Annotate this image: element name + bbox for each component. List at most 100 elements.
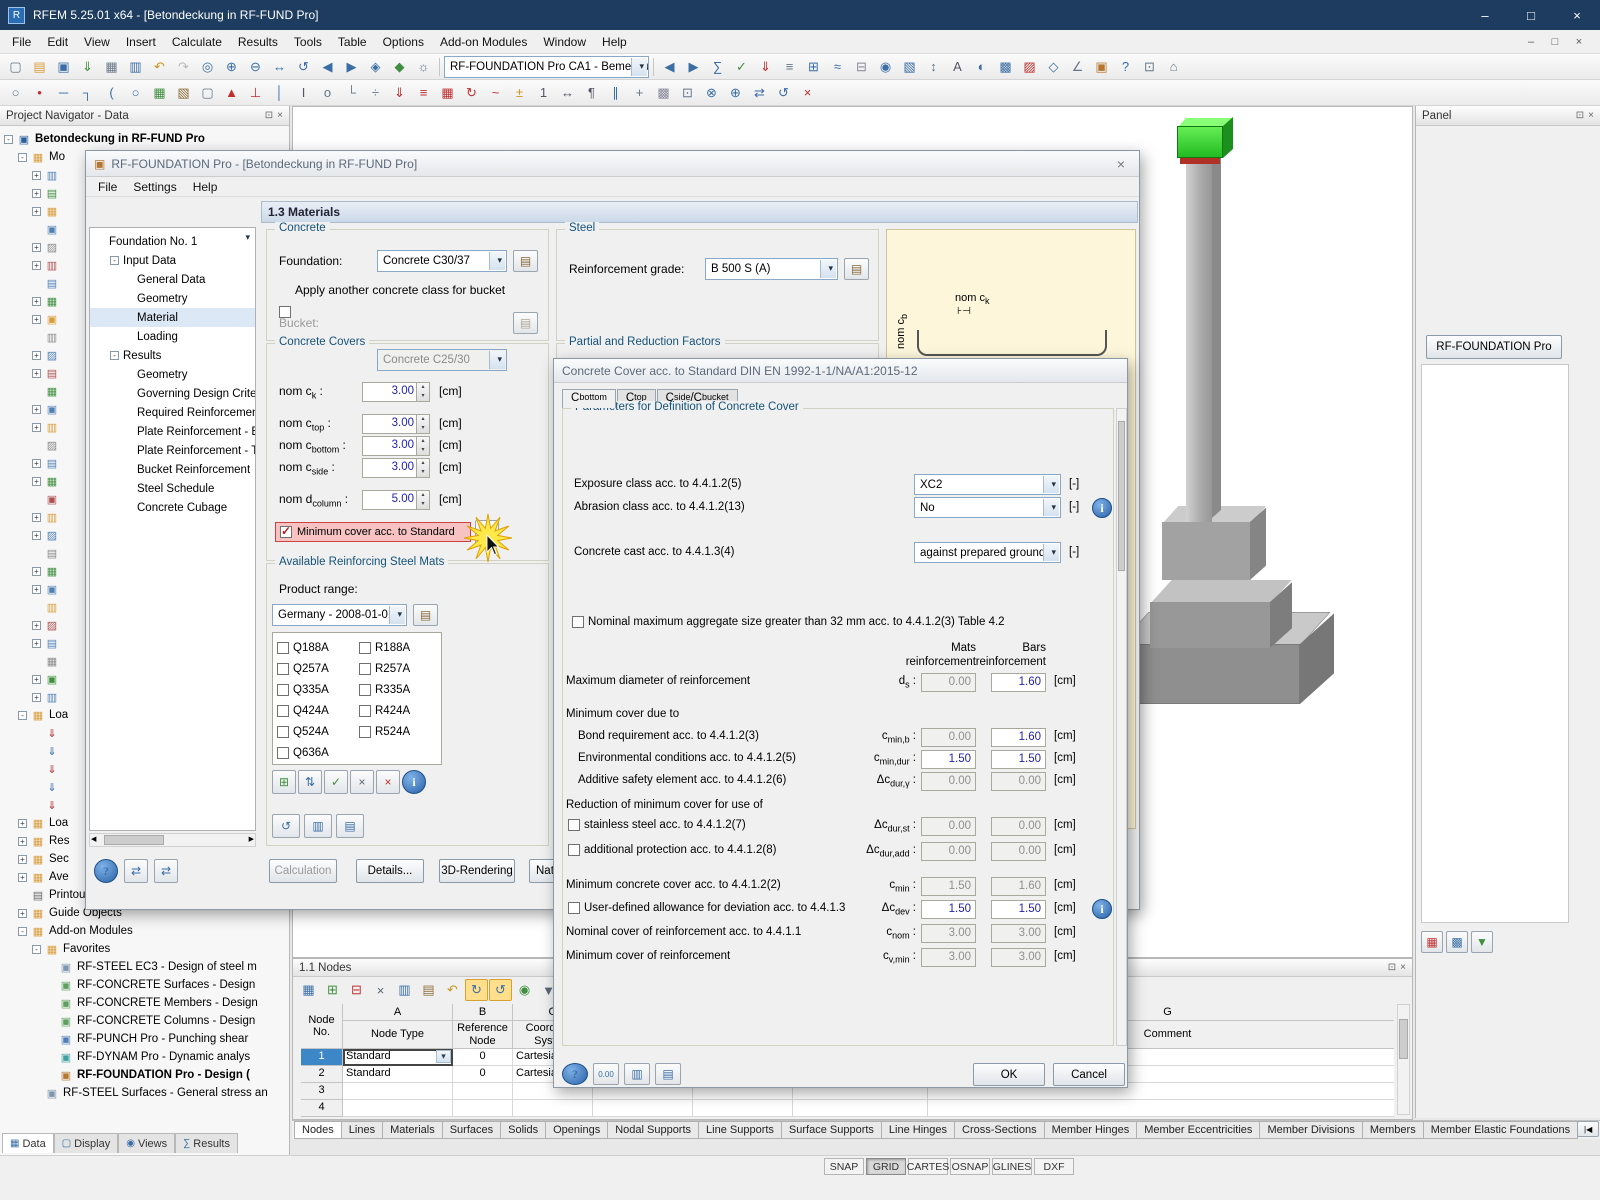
expand-icon[interactable]: + bbox=[32, 296, 41, 306]
expand-icon[interactable]: - bbox=[18, 710, 27, 720]
zoom-icon[interactable]: ◎ bbox=[196, 56, 219, 78]
bars-value-field[interactable]: 1.60 bbox=[991, 673, 1046, 692]
table-tab[interactable]: Nodal Supports bbox=[607, 1121, 700, 1139]
cover-tab[interactable]: Cbottom bbox=[562, 389, 616, 408]
mat-checkbox[interactable] bbox=[359, 641, 371, 654]
expand-icon[interactable]: + bbox=[32, 512, 41, 522]
bars-value-field[interactable]: 1.60 bbox=[991, 728, 1046, 747]
save-icon[interactable]: ▣ bbox=[52, 56, 75, 78]
status-toggle[interactable]: OSNAP bbox=[950, 1158, 990, 1175]
table-tab[interactable]: Member Eccentricities bbox=[1136, 1121, 1261, 1139]
select-icon[interactable]: ○ bbox=[4, 82, 27, 104]
mat-checkbox[interactable] bbox=[359, 683, 371, 696]
menu-item[interactable]: Window bbox=[535, 32, 594, 52]
solid-tool-icon[interactable]: ▧ bbox=[172, 82, 195, 104]
area-load-icon[interactable]: ▦ bbox=[436, 82, 459, 104]
paste-mats-icon[interactable]: ▤ bbox=[336, 814, 364, 838]
section-icon[interactable]: ∠ bbox=[1066, 56, 1089, 78]
expand-icon[interactable]: + bbox=[32, 170, 41, 180]
expand-icon[interactable]: - bbox=[110, 351, 119, 360]
numbering-icon[interactable]: 1 bbox=[532, 82, 555, 104]
parameter-combo[interactable]: No bbox=[914, 497, 1061, 518]
dialog-tree-item[interactable]: Bucket Reinforcement bbox=[90, 460, 255, 479]
nav-forward-icon[interactable]: ▶ bbox=[682, 56, 705, 78]
cell-reference-node[interactable]: 0 bbox=[453, 1066, 513, 1083]
menu-item[interactable]: Insert bbox=[118, 32, 164, 52]
cell-node-type[interactable]: Standard bbox=[343, 1049, 453, 1066]
row-checkbox[interactable] bbox=[568, 902, 580, 914]
parameter-combo[interactable]: XC2 bbox=[914, 474, 1061, 495]
delete-row-icon[interactable]: ⊟ bbox=[345, 979, 368, 1001]
min-cover-checkbox[interactable] bbox=[280, 524, 292, 538]
next-view-icon[interactable]: ▶ bbox=[340, 56, 363, 78]
mat-item[interactable]: Q524A bbox=[277, 721, 329, 742]
division-icon[interactable]: ÷ bbox=[364, 82, 387, 104]
navigator-tab[interactable]: ∑ Results bbox=[175, 1133, 238, 1153]
expand-icon[interactable]: + bbox=[32, 368, 41, 378]
tree-item[interactable]: - ▣ Betondeckung in RF-FUND Pro bbox=[0, 130, 289, 148]
loads-icon[interactable]: ⇓ bbox=[754, 56, 777, 78]
info-button[interactable]: i bbox=[1092, 899, 1112, 919]
previous-view-icon[interactable]: ◀ bbox=[316, 56, 339, 78]
mat-checkbox[interactable] bbox=[359, 662, 371, 675]
rendering-button[interactable]: 3D-Rendering bbox=[439, 859, 515, 883]
parameter-combo[interactable]: against prepared ground bbox=[914, 542, 1061, 563]
open-icon[interactable]: ▤ bbox=[28, 56, 51, 78]
project-icon[interactable]: ⌂ bbox=[1162, 56, 1185, 78]
table-tab[interactable]: Lines bbox=[340, 1121, 384, 1139]
close-icon[interactable]: × bbox=[1111, 156, 1131, 172]
expand-icon[interactable]: - bbox=[18, 152, 27, 162]
remove-mat-icon[interactable]: × bbox=[350, 770, 374, 794]
colors-icon[interactable]: ▨ bbox=[1018, 56, 1041, 78]
expand-icon[interactable]: + bbox=[18, 872, 27, 882]
mats-info-icon[interactable]: i bbox=[402, 770, 426, 794]
row-header[interactable]: 2 bbox=[301, 1066, 343, 1083]
dialog-tree-item[interactable]: Plate Reinforcement - Top bbox=[90, 441, 255, 460]
dialog-tree-item[interactable]: Concrete Cubage bbox=[90, 498, 255, 517]
expand-icon[interactable]: - bbox=[18, 926, 27, 936]
cover-value-field[interactable]: 3.00 ▴ ▾ bbox=[362, 414, 430, 434]
table-tab[interactable]: Nodes bbox=[294, 1121, 342, 1139]
aggregate-checkbox[interactable] bbox=[572, 616, 584, 628]
dialog-tree-item[interactable]: - Results bbox=[90, 346, 255, 365]
foundation-concrete-combo[interactable]: Concrete C30/37 bbox=[377, 250, 507, 272]
mats-value-field[interactable]: 1.50 bbox=[921, 900, 976, 919]
row-checkbox[interactable] bbox=[568, 844, 580, 856]
comment-icon[interactable]: ¶ bbox=[580, 82, 603, 104]
paste-icon[interactable]: ▤ bbox=[655, 1063, 681, 1085]
hinge-tool-icon[interactable]: o bbox=[316, 82, 339, 104]
mats-value-field[interactable]: 0.00 bbox=[921, 728, 976, 747]
minimize-button[interactable]: – bbox=[1462, 0, 1508, 30]
dialog-tree-item[interactable]: Material bbox=[90, 308, 255, 327]
dialog-menu-item[interactable]: File bbox=[90, 177, 125, 197]
dialog-menu-item[interactable]: Settings bbox=[125, 177, 184, 197]
tree-item[interactable]: ▣ RF-PUNCH Pro - Punching shear bbox=[0, 1030, 289, 1048]
mats-value-field[interactable]: 1.50 bbox=[921, 750, 976, 769]
copy-mats-icon[interactable]: ▥ bbox=[304, 814, 332, 838]
display-settings-icon[interactable]: ☼ bbox=[412, 56, 435, 78]
mats-value-field[interactable]: 3.00 bbox=[921, 948, 976, 967]
copy-icon[interactable]: ▥ bbox=[624, 1063, 650, 1085]
node-tool-icon[interactable]: • bbox=[28, 82, 51, 104]
table-icon[interactable]: ⊞ bbox=[802, 56, 825, 78]
dialog-tree-item[interactable]: Steel Schedule bbox=[90, 479, 255, 498]
check-mats-icon[interactable]: ✓ bbox=[324, 770, 348, 794]
expand-icon[interactable]: + bbox=[32, 422, 41, 432]
panel-module-button[interactable]: RF-FOUNDATION Pro bbox=[1426, 335, 1562, 359]
help-icon[interactable]: ? bbox=[562, 1063, 588, 1085]
member-tool-icon[interactable]: │ bbox=[268, 82, 291, 104]
dimensions-icon[interactable]: ↔ bbox=[556, 82, 579, 104]
menu-item[interactable]: Tools bbox=[286, 32, 330, 52]
mat-item[interactable]: R257A bbox=[359, 658, 410, 679]
table-tab[interactable]: Solids bbox=[500, 1121, 547, 1139]
isometric-view-icon[interactable]: ◈ bbox=[364, 56, 387, 78]
table-scrollbar[interactable] bbox=[1397, 1004, 1410, 1115]
expand-icon[interactable]: + bbox=[18, 836, 27, 846]
transfer-icon[interactable]: ⇄ bbox=[124, 859, 148, 883]
menu-item[interactable]: Options bbox=[375, 32, 432, 52]
line-support-icon[interactable]: ⊥ bbox=[244, 82, 267, 104]
redo-icon[interactable]: ↷ bbox=[172, 56, 195, 78]
expand-icon[interactable]: + bbox=[32, 242, 41, 252]
cell-reference-node[interactable] bbox=[453, 1100, 513, 1117]
product-range-combo[interactable]: Germany - 2008-01-01 bbox=[272, 604, 407, 626]
